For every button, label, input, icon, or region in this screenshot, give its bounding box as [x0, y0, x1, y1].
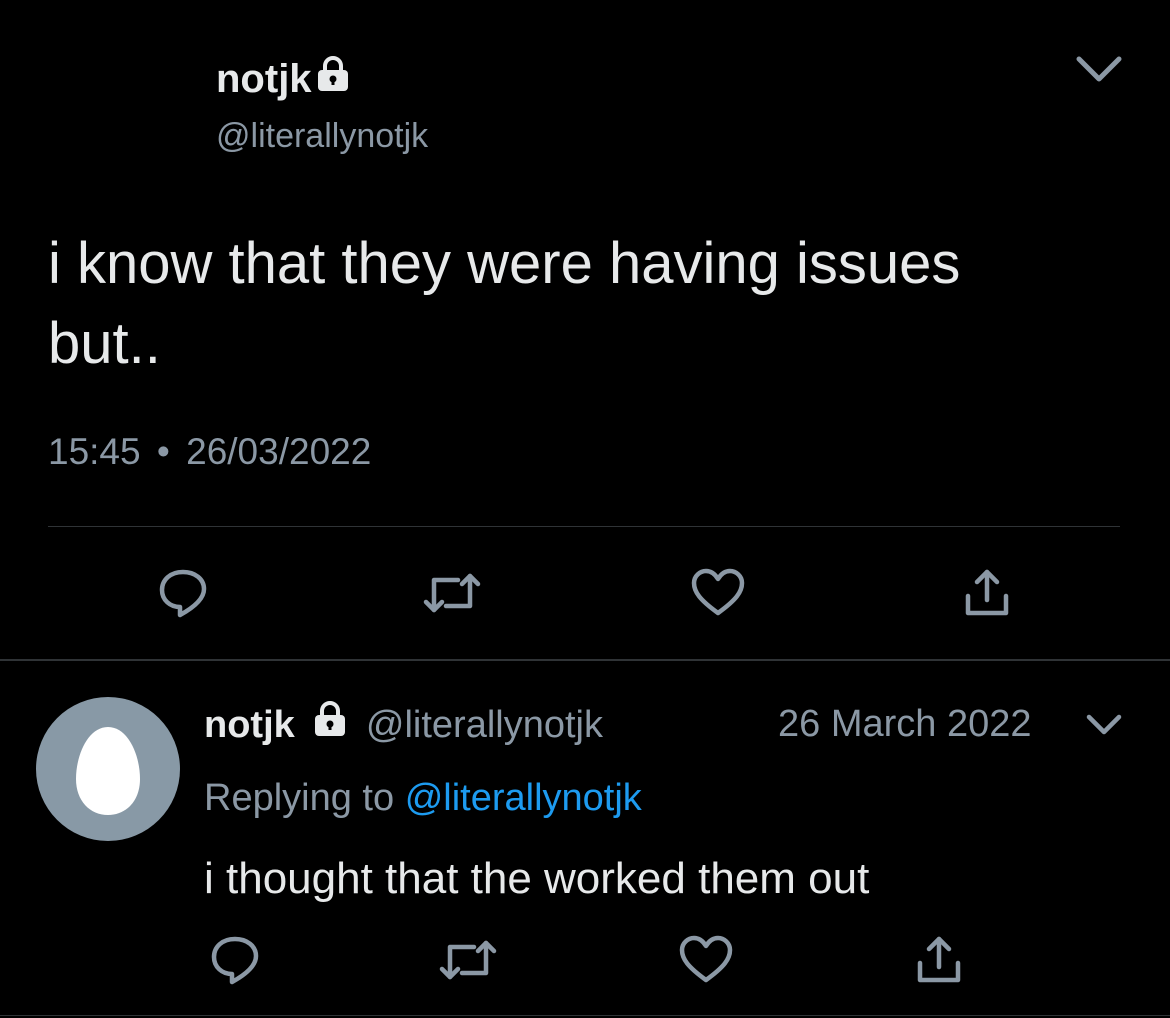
main-divider: [48, 526, 1120, 527]
bottom-divider: [0, 1015, 1170, 1016]
reply-icon[interactable]: [156, 566, 210, 620]
replying-prefix: Replying to: [204, 777, 395, 819]
lock-icon: [315, 701, 346, 736]
main-display-name: notjk: [216, 57, 312, 101]
reply-icon[interactable]: [208, 933, 262, 987]
default-egg-avatar: [76, 727, 140, 815]
reply-handle: @literallynotjk: [365, 704, 603, 746]
lock-icon: [317, 56, 348, 91]
retweet-icon[interactable]: [438, 935, 498, 985]
timestamp-separator: •: [156, 431, 170, 472]
chevron-down-icon[interactable]: [1074, 52, 1124, 86]
main-author-row[interactable]: notjk: [216, 56, 352, 102]
main-handle[interactable]: @literallynotjk: [216, 116, 428, 156]
main-tweet-text-line2: but..: [48, 311, 161, 376]
main-tweet-text-line1: i know that they were having issues: [48, 231, 961, 296]
replying-to: Replying to @literallynotjk: [204, 775, 642, 821]
share-icon[interactable]: [912, 935, 966, 985]
avatar[interactable]: [36, 697, 180, 841]
main-tweet-text: i know that they were having issues but.…: [48, 224, 960, 384]
reply-author-row[interactable]: notjk @literallynotjk: [204, 701, 603, 748]
reply-tweet[interactable]: notjk @literallynotjk 26 March 2022 Repl…: [0, 661, 1170, 1018]
replying-handle-link[interactable]: @literallynotjk: [405, 777, 642, 819]
main-tweet: notjk @literallynotjk i know that they w…: [0, 0, 1170, 660]
reply-tweet-text: i thought that the worked them out: [204, 854, 870, 903]
retweet-icon[interactable]: [422, 568, 482, 618]
reply-date[interactable]: 26 March 2022: [778, 701, 1032, 747]
like-icon[interactable]: [690, 568, 746, 618]
main-timestamp[interactable]: 15:45 • 26/03/2022: [48, 430, 371, 474]
main-date: 26/03/2022: [186, 431, 372, 472]
share-icon[interactable]: [960, 568, 1014, 618]
like-icon[interactable]: [678, 935, 734, 985]
main-time: 15:45: [48, 431, 141, 472]
reply-display-name: notjk: [204, 704, 295, 746]
chevron-down-icon[interactable]: [1084, 711, 1124, 739]
